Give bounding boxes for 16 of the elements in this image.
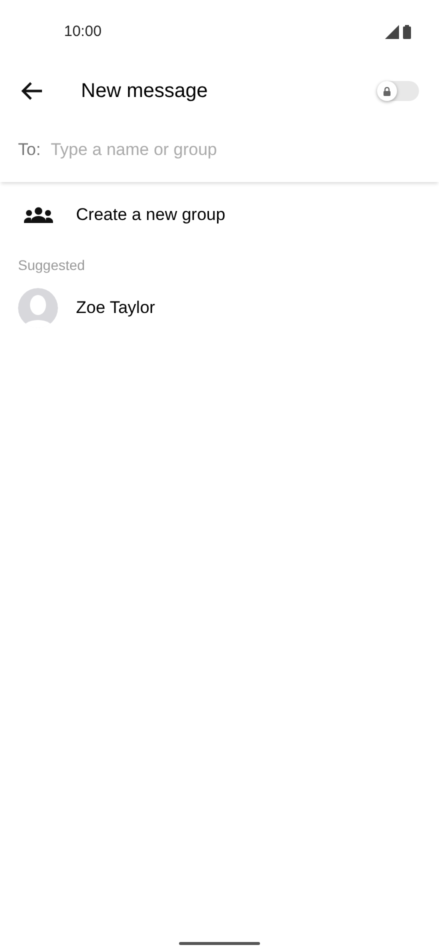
lock-icon xyxy=(383,86,391,96)
group-icon xyxy=(24,207,53,223)
contact-item[interactable]: Zoe Taylor xyxy=(0,276,439,340)
item-label: Create a new group xyxy=(76,204,226,226)
section-heading: Suggested xyxy=(17,256,86,275)
contact-name: Zoe Taylor xyxy=(76,297,156,320)
status-time: 10:00 xyxy=(64,22,102,42)
recipient-field[interactable]: Type a name or group xyxy=(50,137,421,163)
signal-icon xyxy=(385,25,399,39)
back-arrow-icon xyxy=(21,82,43,100)
avatar-icon xyxy=(18,288,58,328)
secure-toggle[interactable] xyxy=(377,81,419,101)
screen-title: New message xyxy=(81,79,208,104)
create-group-item[interactable]: Create a new group xyxy=(0,183,439,247)
to-label: To: xyxy=(18,139,41,162)
battery-icon xyxy=(403,25,411,39)
